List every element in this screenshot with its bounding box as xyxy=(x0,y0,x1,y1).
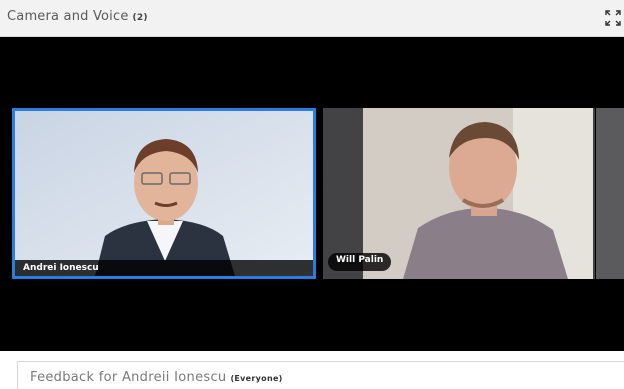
panel-title-text: Camera and Voice xyxy=(7,9,129,24)
feedback-title: Feedback for Andreii Ionescu (Everyone) xyxy=(30,370,283,385)
camera-voice-header: Camera and Voice (2) xyxy=(0,0,624,37)
feedback-audience: (Everyone) xyxy=(230,374,283,383)
feedback-panel[interactable]: Feedback for Andreii Ionescu (Everyone) xyxy=(17,361,624,389)
video-tile-partial xyxy=(596,108,624,279)
video-feed-andrei xyxy=(15,111,313,276)
participant-name-label: Andrei Ionescu xyxy=(15,260,313,276)
video-tile-andrei[interactable]: Andrei Ionescu xyxy=(12,108,316,279)
video-tile-will[interactable]: Will Palin xyxy=(323,108,595,279)
video-feed-will xyxy=(363,108,593,279)
video-stage: Andrei Ionescu Will Palin xyxy=(0,37,624,351)
expand-icon[interactable] xyxy=(604,9,622,27)
participant-name-label: Will Palin xyxy=(328,253,392,271)
feedback-title-text: Feedback for Andreii Ionescu xyxy=(30,370,227,385)
participant-count: (2) xyxy=(132,13,148,23)
panel-title: Camera and Voice (2) xyxy=(7,9,148,24)
